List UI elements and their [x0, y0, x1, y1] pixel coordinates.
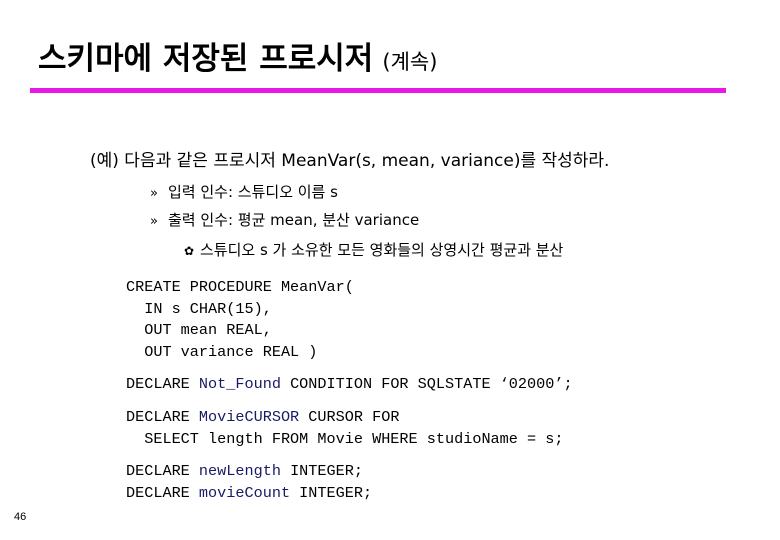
code-rest: CURSOR FOR [299, 408, 400, 426]
code-line: DECLARE movieCount INTEGER; [126, 483, 372, 505]
code-line: DECLARE newLength INTEGER; [126, 461, 372, 483]
example-statement: (예) 다음과 같은 프로시저 MeanVar(s, mean, varianc… [90, 151, 610, 171]
code-line: OUT variance REAL ) [126, 343, 318, 362]
page-number: 46 [14, 511, 27, 523]
code-line: OUT mean REAL, [126, 321, 272, 340]
slide-title: 스키마에 저장된 프로시저 (계속) [38, 44, 437, 75]
code-line: DECLARE Not_Found CONDITION FOR SQLSTATE… [126, 374, 573, 396]
code-identifier: newLength [198, 462, 281, 480]
code-line: IN s CHAR(15), [126, 299, 272, 318]
sub-bullet-description: ✿ 스튜디오 s 가 소유한 모든 영화들의 상영시간 평균과 분산 [184, 239, 563, 260]
code-line: CREATE PROCEDURE MeanVar( [126, 278, 354, 296]
code-keyword: DECLARE [126, 408, 199, 426]
code-rest: CONDITION FOR SQLSTATE ‘02000’; [280, 375, 573, 393]
sub-bullet-text: 스튜디오 s 가 소유한 모든 영화들의 상영시간 평균과 분산 [200, 241, 564, 259]
title-main: 스키마에 저장된 프로시저 [38, 41, 374, 77]
code-keyword: DECLARE [126, 462, 199, 480]
flower-bullet-icon: ✿ [184, 244, 195, 258]
code-declare-condition: DECLARE Not_Found CONDITION FOR SQLSTATE… [126, 374, 573, 396]
code-declare-cursor: DECLARE MovieCURSOR CURSOR FOR SELECT le… [126, 407, 563, 450]
title-underline [30, 88, 726, 93]
bullet-marker-icon: » [150, 214, 158, 229]
title-suffix: (계속) [382, 50, 438, 74]
code-rest: INTEGER; [290, 483, 373, 502]
bullet-marker-icon: » [150, 186, 158, 201]
code-identifier: Not_Found [198, 375, 281, 393]
code-line: DECLARE MovieCURSOR CURSOR FOR [126, 407, 563, 429]
code-rest: INTEGER; [280, 462, 363, 480]
bullet-input-args: » 입력 인수: 스튜디오 이름 s [150, 181, 338, 202]
bullet-text: 입력 인수: 스튜디오 이름 s [168, 183, 338, 201]
code-identifier: MovieCURSOR [198, 408, 300, 426]
bullet-text: 출력 인수: 평균 mean, 분산 variance [168, 211, 420, 229]
code-line: SELECT length FROM Movie WHERE studioNam… [126, 429, 564, 448]
code-keyword: DECLARE [126, 483, 199, 502]
bullet-output-args: » 출력 인수: 평균 mean, 분산 variance [150, 209, 419, 230]
code-create-procedure: CREATE PROCEDURE MeanVar( IN s CHAR(15),… [126, 277, 354, 364]
code-keyword: DECLARE [126, 375, 199, 393]
code-declare-variables: DECLARE newLength INTEGER; DECLARE movieC… [126, 461, 372, 504]
code-identifier: movieCount [198, 483, 291, 502]
